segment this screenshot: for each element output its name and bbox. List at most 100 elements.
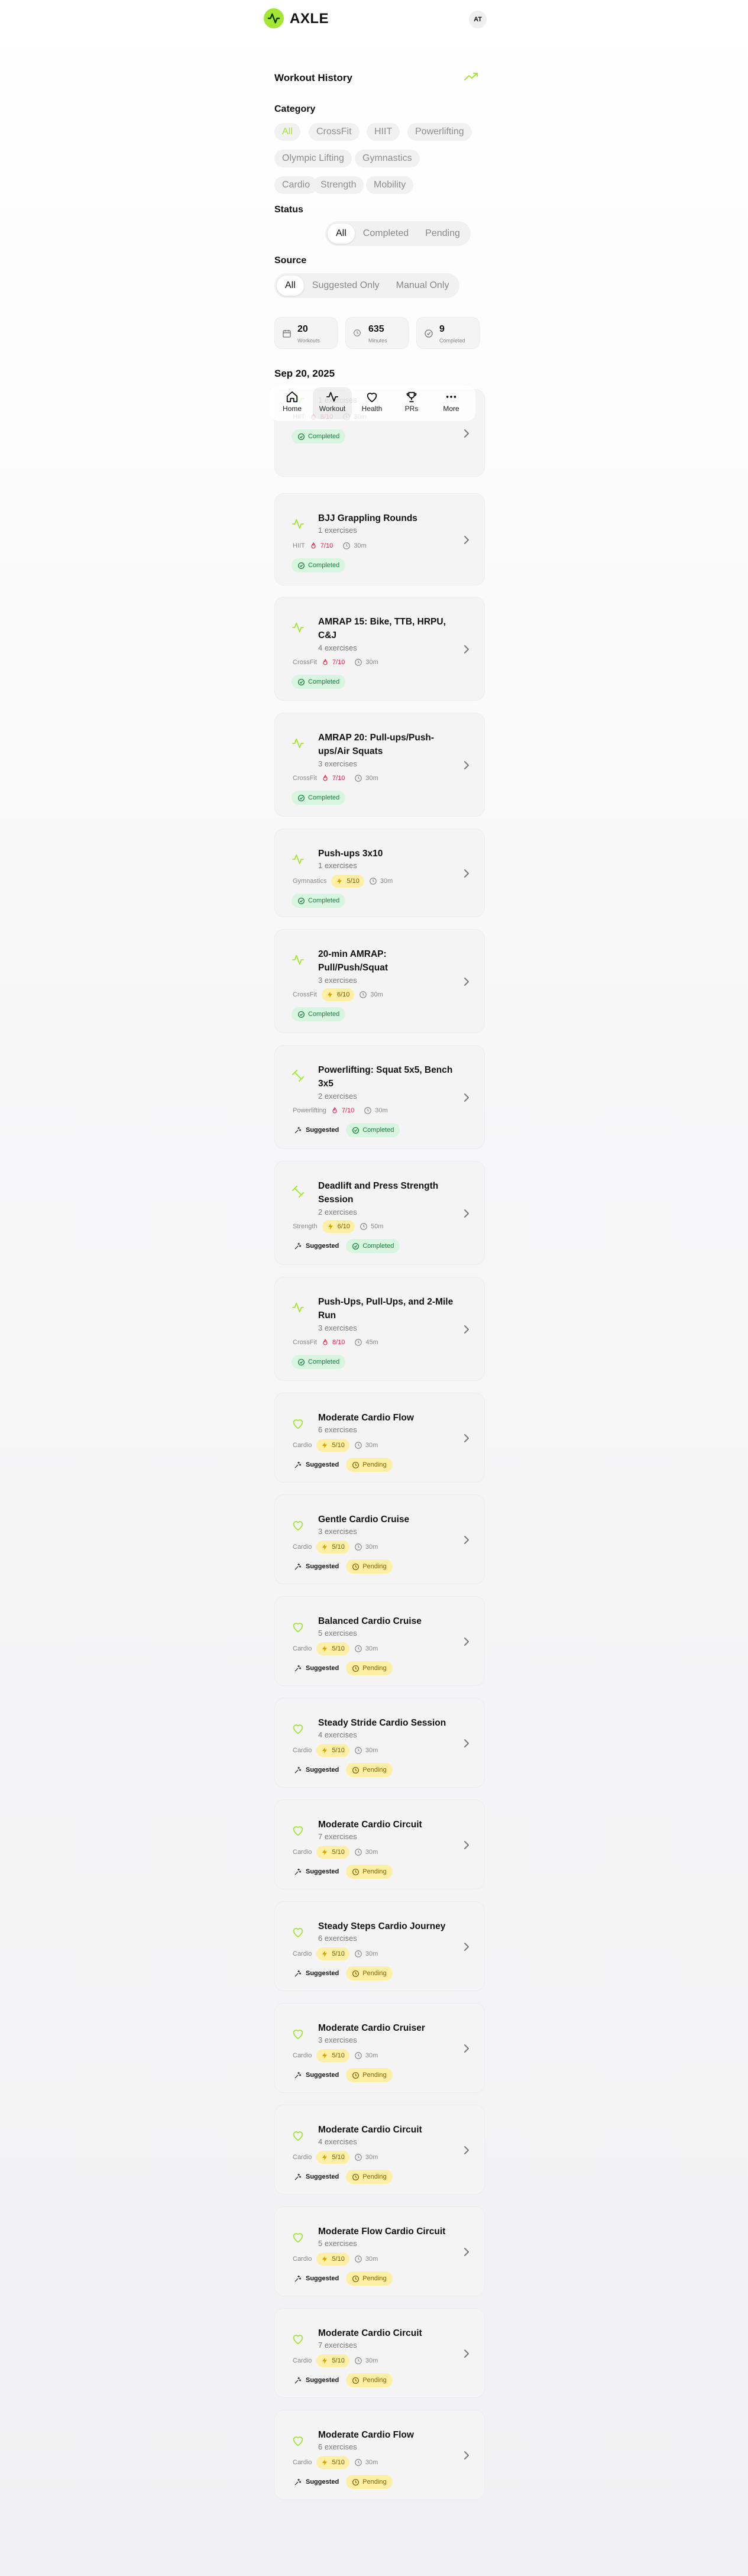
nav-item-workout[interactable]: Workout bbox=[313, 387, 352, 419]
workout-meta: Cardio 5/10 30m bbox=[293, 2455, 378, 2470]
workout-meta: Cardio 5/10 30m bbox=[293, 1642, 378, 1656]
chevron-right-icon[interactable] bbox=[463, 977, 470, 989]
intensity-badge: 5/10 bbox=[316, 2049, 349, 2062]
status-option-all[interactable]: All bbox=[328, 224, 355, 244]
workout-meta: Gymnastics 5/10 30m bbox=[293, 874, 393, 888]
chevron-right-icon[interactable] bbox=[463, 535, 470, 548]
category-chip-gymnastics[interactable]: Gymnastics bbox=[355, 150, 420, 167]
workout-tags: Suggested Pending bbox=[292, 1762, 393, 1778]
logo-icon[interactable] bbox=[264, 8, 284, 28]
category-chip-all[interactable]: All bbox=[274, 123, 300, 141]
chevron-right-icon[interactable] bbox=[463, 645, 470, 657]
status-badge: Pending bbox=[346, 2373, 393, 2387]
duration-value: 30m bbox=[365, 2459, 378, 2466]
chevron-right-icon[interactable] bbox=[463, 429, 470, 441]
category-chip-hiit[interactable]: HIIT bbox=[367, 123, 400, 141]
bolt-icon bbox=[327, 1223, 334, 1230]
intensity-value: 6/10 bbox=[336, 991, 350, 998]
workout-card[interactable]: Balanced Cardio Cruise 5 exercises Cardio 5… bbox=[274, 1596, 485, 1686]
sparkle-icon bbox=[294, 1766, 302, 1774]
status-badge: Completed bbox=[292, 791, 346, 805]
workout-card[interactable]: Moderate Cardio Circuit 7 exercises Cardio… bbox=[274, 2308, 485, 2398]
workout-exercise-count: 7 exercises bbox=[318, 2341, 357, 2350]
dumbbell-icon bbox=[292, 1069, 305, 1085]
workout-category: Powerlifting bbox=[293, 1107, 326, 1114]
nav-item-prs[interactable]: PRs bbox=[394, 389, 429, 413]
workout-meta: Cardio 5/10 30m bbox=[293, 1845, 378, 1859]
category-chip-strength[interactable]: Strength bbox=[313, 176, 364, 194]
workout-card[interactable]: Moderate Flow Cardio Circuit 5 exercises C… bbox=[274, 2206, 485, 2296]
chevron-right-icon[interactable] bbox=[463, 1637, 470, 1649]
workout-meta: Cardio 5/10 30m bbox=[293, 2150, 378, 2164]
source-label: Source bbox=[274, 255, 307, 266]
workout-card[interactable]: Moderate Cardio Flow 6 exercises Cardio 5/1… bbox=[274, 2410, 485, 2500]
bolt-icon bbox=[321, 1849, 328, 1856]
nav-item-more[interactable]: More bbox=[433, 389, 469, 413]
workout-tags: Suggested Completed bbox=[292, 1122, 400, 1138]
chevron-right-icon[interactable] bbox=[463, 1535, 470, 1548]
suggested-label: Suggested bbox=[306, 2275, 339, 2282]
chevron-right-icon[interactable] bbox=[463, 2247, 470, 2260]
category-chip-crossfit[interactable]: CrossFit bbox=[309, 123, 360, 141]
category-chip-cardio[interactable]: Cardio bbox=[274, 176, 318, 194]
intensity-badge: 5/10 bbox=[331, 875, 364, 888]
chevron-right-icon[interactable] bbox=[463, 1093, 470, 1105]
workout-card[interactable]: BJJ Grappling Rounds 1 exercises HIIT 7/10 3… bbox=[274, 493, 485, 585]
nav-item-health[interactable]: Health bbox=[354, 389, 390, 413]
workout-card[interactable]: Gentle Cardio Cruise 3 exercises Cardio 5/1… bbox=[274, 1494, 485, 1584]
status-option-pending[interactable]: Pending bbox=[417, 224, 468, 244]
source-option-suggested-only[interactable]: Suggested Only bbox=[304, 276, 388, 296]
chevron-right-icon[interactable] bbox=[463, 2145, 470, 2158]
category-chip-powerlifting[interactable]: Powerlifting bbox=[407, 123, 472, 141]
chevron-right-icon[interactable] bbox=[463, 2349, 470, 2361]
intensity-badge: 6/10 bbox=[321, 988, 355, 1001]
status-text: Completed bbox=[308, 433, 340, 440]
chevron-right-icon[interactable] bbox=[463, 1739, 470, 1751]
workout-card[interactable]: Moderate Cardio Flow 6 exercises Cardio 5/1… bbox=[274, 1393, 485, 1483]
chevron-right-icon[interactable] bbox=[463, 1209, 470, 1221]
status-option-completed[interactable]: Completed bbox=[355, 224, 417, 244]
status-text: Completed bbox=[362, 1127, 394, 1134]
workout-card[interactable]: Push-ups 3x10 1 exercises Gymnastics 5/10 30… bbox=[274, 829, 485, 917]
workout-card[interactable]: AMRAP 15: Bike, TTB, HRPU, C&J 4 exercise… bbox=[274, 597, 485, 701]
chevron-right-icon[interactable] bbox=[463, 1942, 470, 1954]
workout-duration: 30m bbox=[354, 774, 378, 782]
workout-tags: Suggested Pending bbox=[292, 1661, 393, 1676]
workout-card[interactable]: 20-min AMRAP: Pull/Push/Squat 3 exercises… bbox=[274, 929, 485, 1033]
chevron-right-icon[interactable] bbox=[463, 869, 470, 881]
category-chip-mobility[interactable]: Mobility bbox=[366, 176, 414, 194]
nav-item-home[interactable]: Home bbox=[274, 389, 310, 413]
intensity-value: 7/10 bbox=[320, 542, 333, 549]
source-option-manual-only[interactable]: Manual Only bbox=[388, 276, 458, 296]
workout-card[interactable]: Push-Ups, Pull-Ups, and 2-Mile Run 3 exer… bbox=[274, 1277, 485, 1381]
chevron-right-icon[interactable] bbox=[463, 760, 470, 773]
status-text: Pending bbox=[362, 1868, 387, 1875]
workout-tags: Suggested Pending bbox=[292, 2067, 393, 2083]
workout-card[interactable]: Powerlifting: Squat 5x5, Bench 3x5 2 exer… bbox=[274, 1045, 485, 1149]
chevron-right-icon[interactable] bbox=[463, 1433, 470, 1446]
chevron-right-icon[interactable] bbox=[463, 2044, 470, 2056]
source-option-all[interactable]: All bbox=[277, 276, 304, 296]
workout-category: Gymnastics bbox=[293, 878, 327, 885]
heart-icon bbox=[292, 1824, 305, 1840]
workout-card[interactable]: AMRAP 20: Pull-ups/Push-ups/Air Squats 3 … bbox=[274, 713, 485, 817]
trending-up-icon[interactable] bbox=[464, 71, 478, 85]
chevron-right-icon[interactable] bbox=[463, 2451, 470, 2463]
workout-card[interactable]: Steady Stride Cardio Session 4 exercises C… bbox=[274, 1698, 485, 1788]
chevron-right-icon[interactable] bbox=[463, 1840, 470, 1853]
clock-icon bbox=[354, 2357, 362, 2365]
avatar[interactable]: AT bbox=[469, 11, 487, 28]
workout-duration: 30m bbox=[354, 1441, 378, 1449]
category-chip-olympic-lifting[interactable]: Olympic Lifting bbox=[274, 150, 352, 167]
workout-card[interactable]: Moderate Cardio Circuit 7 exercises Cardio… bbox=[274, 1800, 485, 1889]
nav-item-label: More bbox=[443, 404, 459, 413]
status-badge: Pending bbox=[346, 1865, 393, 1879]
clock-icon bbox=[354, 2255, 362, 2263]
workout-card[interactable]: Deadlift and Press Strength Session 2 exe… bbox=[274, 1161, 485, 1265]
workout-card[interactable]: Moderate Cardio Circuit 4 exercises Cardio… bbox=[274, 2105, 485, 2195]
clock-icon bbox=[354, 2051, 362, 2060]
workout-card[interactable]: Steady Steps Cardio Journey 6 exercises Ca… bbox=[274, 1901, 485, 1991]
workout-card[interactable]: Moderate Cardio Cruiser 3 exercises Cardio… bbox=[274, 2003, 485, 2093]
chevron-right-icon[interactable] bbox=[463, 1325, 470, 1337]
suggested-tag: Suggested bbox=[292, 2071, 341, 2079]
